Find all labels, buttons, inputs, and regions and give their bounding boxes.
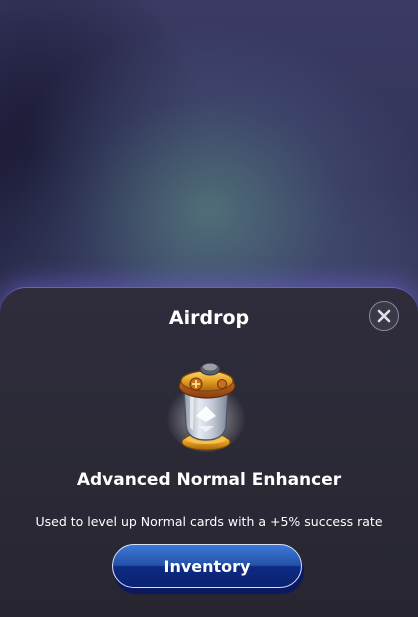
- enhancer-potion-icon: [166, 362, 246, 452]
- item-description: Used to level up Normal cards with a +5%…: [35, 514, 383, 529]
- close-button[interactable]: [369, 301, 399, 331]
- item-name: Advanced Normal Enhancer: [76, 470, 342, 490]
- modal-title: Airdrop: [168, 307, 250, 329]
- screen: Airdrop Advanced Normal Enhancer Used to…: [0, 0, 418, 617]
- inventory-button[interactable]: Inventory: [112, 544, 302, 588]
- close-icon: [377, 309, 391, 323]
